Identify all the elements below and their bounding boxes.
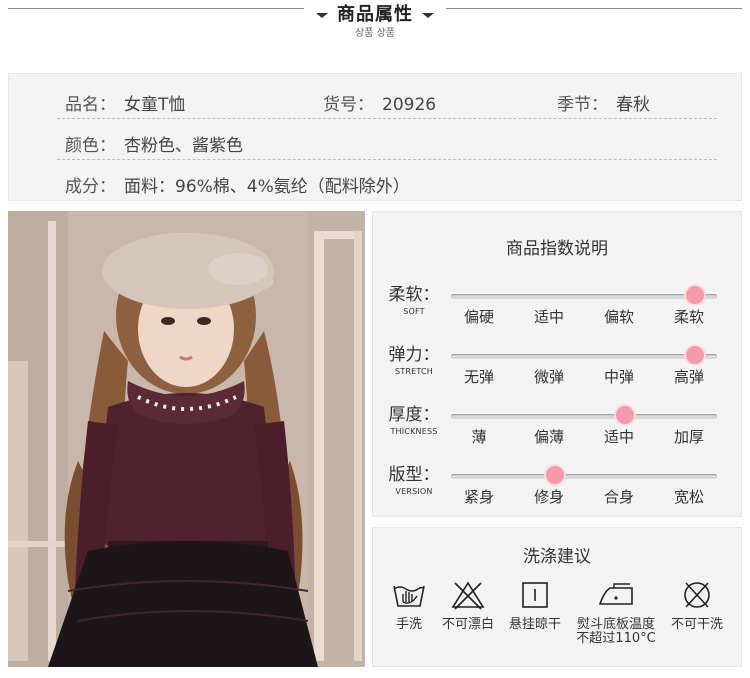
wash-item: 熨斗底板温度 不超过110°C [576, 580, 656, 646]
spec-label-cn: 柔软： [388, 285, 440, 305]
triangle-icon [315, 13, 328, 18]
attribute-row: 成分： 面料：96%棉、4%氨纶（配料除外） [9, 162, 743, 202]
attr-key-season: 季节： [557, 95, 608, 115]
spec-option: 宽松 [673, 488, 704, 506]
no-dry-clean-icon [684, 582, 710, 608]
wash-item: 不可干洗 [657, 580, 737, 632]
triangle-icon [422, 13, 435, 18]
attr-value-color: 杏粉色、酱紫色 [124, 136, 243, 156]
no-bleach-icon [451, 581, 485, 610]
spec-slider-knob [686, 286, 704, 304]
spec-option: 紧身 [463, 488, 494, 506]
spec-row: 厚度： THICKNESS 薄 偏薄 适中 加厚 [373, 400, 741, 460]
spec-option: 加厚 [673, 428, 704, 446]
attr-key-name: 品名： [65, 95, 116, 115]
wash-panel-title: 洗涤建议 [523, 547, 591, 567]
spec-option: 高弹 [673, 368, 704, 386]
product-photo [8, 211, 365, 667]
product-attributes-panel: 品名： 女童T恤 货号： 20926 季节： 春秋 颜色： 杏粉色、酱紫色 成分： 面料：… [8, 73, 742, 201]
spec-index-panel: 商品指数说明 柔软： SOFT 偏硬 适中 偏软 柔软 弹力： STRETCH 无弹 微弹 中弹 高弹… [372, 211, 742, 517]
attr-value-name: 女童T恤 [124, 95, 186, 115]
spec-option: 薄 [471, 428, 487, 446]
spec-label-en: SOFT [403, 307, 425, 316]
hang-dry-icon [522, 582, 548, 608]
iron-icon [598, 583, 633, 605]
spec-option: 柔软 [673, 308, 704, 326]
spec-option: 偏薄 [533, 428, 564, 446]
spec-slider-track [451, 354, 717, 359]
spec-option: 中弹 [603, 368, 634, 386]
attr-value-season: 春秋 [616, 95, 650, 115]
attr-key-material: 成分： [65, 177, 116, 197]
attr-key-color: 颜色： [65, 136, 116, 156]
section-header: 商品属性 상품 상품 [0, 0, 750, 60]
spec-option: 合身 [603, 488, 634, 506]
hand-wash-icon [393, 585, 425, 607]
spec-label-cn: 版型： [388, 465, 440, 485]
attribute-row: 品名： 女童T恤 货号： 20926 季节： 春秋 [9, 80, 743, 120]
spec-option: 适中 [533, 308, 564, 326]
spec-slider-track [451, 414, 717, 419]
wash-label: 悬挂晾干 [508, 617, 561, 632]
attr-value-sku: 20926 [382, 95, 437, 115]
section-subtitle: 상품 상품 [355, 28, 395, 39]
spec-slider-track [451, 474, 717, 479]
attr-key-sku: 货号： [323, 95, 374, 115]
header-divider-left [8, 8, 304, 9]
spec-row: 弹力： STRETCH 无弹 微弹 中弹 高弹 [373, 340, 741, 400]
spec-option: 修身 [533, 488, 564, 506]
wash-label: 熨斗底板温度 不超过110°C [576, 617, 656, 646]
spec-label: 版型： VERSION [387, 460, 441, 496]
spec-slider-knob [546, 466, 564, 484]
header-divider-right [446, 8, 742, 9]
spec-label-en: STRETCH [395, 367, 433, 376]
dashed-divider [57, 118, 717, 119]
spec-label: 弹力： STRETCH [387, 340, 441, 376]
spec-label-cn: 弹力： [388, 345, 440, 365]
spec-slider-knob [686, 346, 704, 364]
attribute-row: 颜色： 杏粉色、酱紫色 [9, 121, 743, 161]
spec-option: 微弹 [533, 368, 564, 386]
spec-option: 适中 [603, 428, 634, 446]
dashed-divider [57, 159, 717, 160]
spec-label-en: THICKNESS [390, 427, 438, 436]
spec-label-en: VERSION [395, 487, 433, 496]
spec-label: 厚度： THICKNESS [387, 400, 441, 436]
spec-option: 无弹 [463, 368, 494, 386]
spec-option: 偏软 [603, 308, 634, 326]
attr-value-material: 面料：96%棉、4%氨纶（配料除外） [124, 177, 410, 197]
section-title: 商品属性 [337, 4, 413, 25]
spec-panel-title: 商品指数说明 [506, 239, 608, 259]
spec-label-cn: 厚度： [388, 405, 440, 425]
spec-option: 偏硬 [463, 308, 494, 326]
wash-label: 不可干洗 [670, 617, 723, 632]
wash-care-panel: 洗涤建议 手洗 不可漂白 悬挂晾干 熨斗底板温度 不超过110°C 不可干洗 [372, 527, 742, 667]
wash-item: 悬挂晾干 [495, 580, 575, 632]
spec-slider-knob [616, 406, 634, 424]
spec-row: 版型： VERSION 紧身 修身 合身 宽松 [373, 460, 741, 520]
spec-slider-track [451, 294, 717, 299]
spec-row: 柔软： SOFT 偏硬 适中 偏软 柔软 [373, 280, 741, 340]
spec-label: 柔软： SOFT [387, 280, 441, 316]
